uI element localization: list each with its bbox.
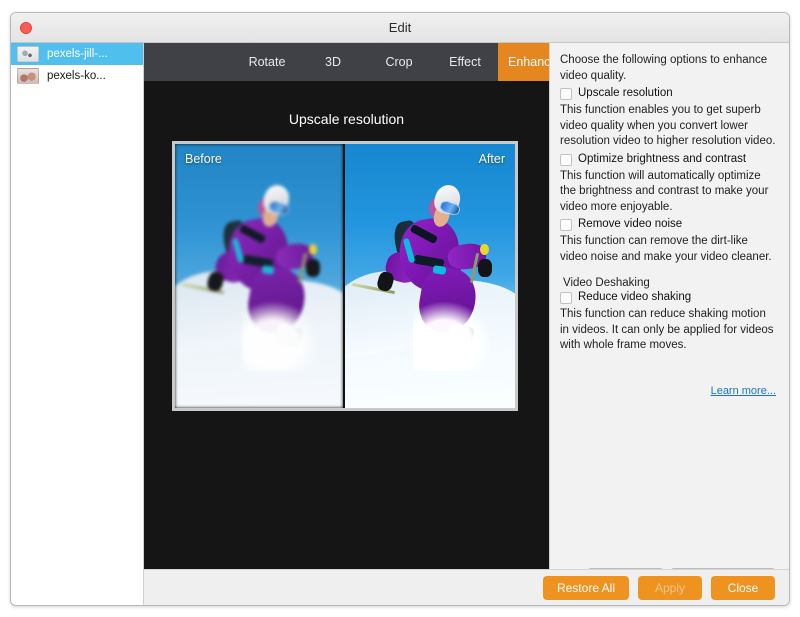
edit-window: Edit pexels-jill-... pexels-ko... Rotate… — [10, 12, 790, 606]
list-item[interactable]: pexels-jill-... — [11, 43, 143, 65]
learn-more-link[interactable]: Learn more... — [711, 385, 776, 397]
file-list-sidebar: pexels-jill-... pexels-ko... — [11, 43, 144, 605]
option-description: This function will automatically optimiz… — [560, 169, 769, 213]
after-label: After — [478, 152, 505, 166]
pole-basket-shape — [308, 243, 318, 256]
enhance-options-panel: Choose the following options to enhance … — [549, 43, 789, 605]
option-label: Remove video noise — [578, 218, 683, 231]
option-upscale-resolution[interactable]: Upscale resolution — [560, 87, 777, 101]
option-description: This function can reduce shaking motion … — [560, 308, 774, 352]
app-root: Edit pexels-jill-... pexels-ko... Rotate… — [0, 0, 800, 617]
glove-right-shape — [477, 258, 492, 277]
option-label: Reduce video shaking — [578, 291, 692, 304]
close-button[interactable]: Close — [711, 575, 775, 600]
window-body: pexels-jill-... pexels-ko... Rotate 3D C… — [11, 43, 789, 605]
snow-spray — [242, 302, 320, 372]
preview-after: After — [345, 144, 515, 408]
panel-intro-text: Choose the following options to enhance … — [560, 54, 768, 82]
option-remove-video-noise[interactable]: Remove video noise — [560, 218, 777, 232]
tab-3d[interactable]: 3D — [300, 43, 366, 81]
option-description: This function enables you to get superb … — [560, 104, 776, 148]
before-after-frame: Before After — [172, 141, 518, 411]
file-name: pexels-jill-... — [47, 48, 108, 60]
restore-all-button[interactable]: Restore All — [542, 575, 629, 600]
file-thumbnail-icon — [17, 46, 39, 62]
window-title: Edit — [388, 20, 412, 35]
upscale-resolution-checkbox[interactable] — [560, 88, 572, 101]
tab-crop[interactable]: Crop — [366, 43, 432, 81]
option-optimize-brightness-contrast[interactable]: Optimize brightness and contrast — [560, 153, 777, 166]
optimize-brightness-contrast-checkbox[interactable] — [560, 153, 572, 166]
file-name: pexels-ko... — [47, 70, 106, 82]
window-titlebar: Edit — [11, 13, 789, 43]
snow-spray — [413, 302, 492, 372]
remove-video-noise-checkbox[interactable] — [560, 219, 572, 232]
footer-bar: Restore All Apply Close — [144, 569, 789, 605]
editor-center: Rotate 3D Crop Effect Enhance Watermark … — [144, 43, 638, 605]
before-label: Before — [185, 152, 222, 166]
before-image — [175, 144, 343, 408]
option-reduce-video-shaking[interactable]: Reduce video shaking — [560, 291, 777, 305]
preview-before: Before — [175, 144, 345, 408]
video-deshaking-group-title: Video Deshaking — [563, 277, 650, 290]
editor-tabbar: Rotate 3D Crop Effect Enhance Watermark — [144, 43, 638, 81]
option-label: Upscale resolution — [578, 87, 673, 100]
after-image — [345, 144, 515, 408]
apply-button[interactable]: Apply — [638, 575, 702, 600]
reduce-video-shaking-checkbox[interactable] — [560, 292, 572, 305]
preview-stage: Upscale resolution Before After — [144, 81, 549, 605]
option-label: Optimize brightness and contrast — [578, 152, 747, 165]
glove-right-shape — [306, 258, 320, 277]
preview-title: Upscale resolution — [288, 111, 405, 127]
pole-basket-shape — [480, 243, 490, 256]
list-item[interactable]: pexels-ko... — [11, 65, 143, 87]
tab-rotate[interactable]: Rotate — [234, 43, 300, 81]
file-thumbnail-icon — [17, 68, 39, 84]
option-description: This function can remove the dirt-like v… — [560, 235, 772, 263]
tab-effect[interactable]: Effect — [432, 43, 498, 81]
